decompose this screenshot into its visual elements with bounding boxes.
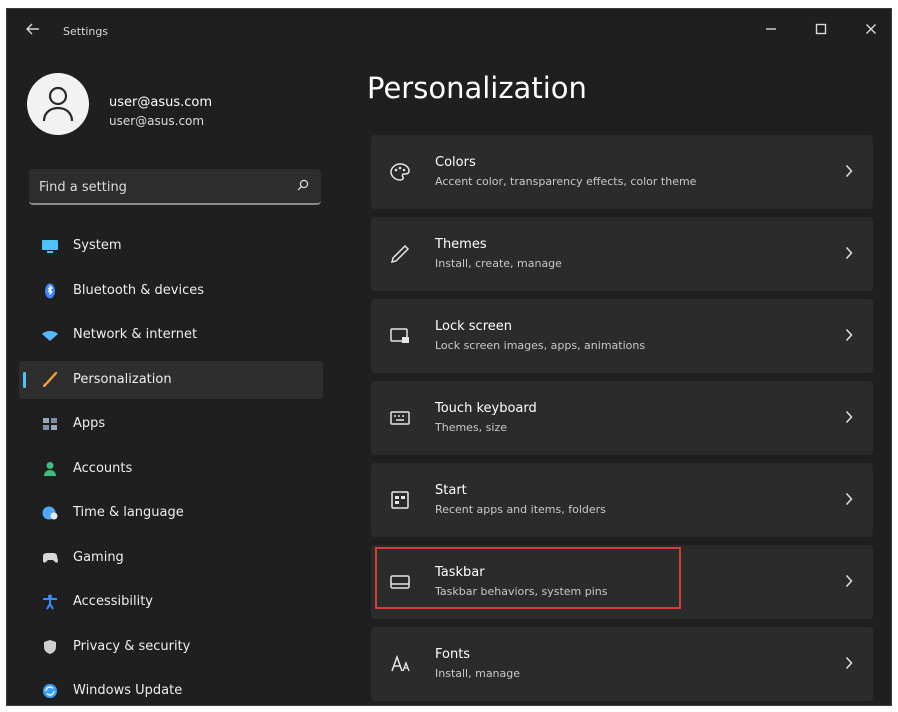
sidebar-item-label: Accounts xyxy=(73,460,133,476)
accessibility-icon xyxy=(43,594,57,610)
shield-icon xyxy=(44,639,56,654)
chevron-right-icon xyxy=(845,164,853,178)
card-title: Touch keyboard xyxy=(435,401,537,416)
sidebar-item-label: Bluetooth & devices xyxy=(73,282,204,298)
search-box[interactable] xyxy=(29,169,321,205)
sidebar-item-label: Windows Update xyxy=(73,683,183,698)
globe-clock-icon xyxy=(42,506,58,520)
card-subtitle: Lock screen images, apps, animations xyxy=(435,339,646,352)
page-title: Personalization xyxy=(367,71,587,105)
minimize-button[interactable] xyxy=(757,19,785,41)
gamepad-icon xyxy=(43,552,58,563)
sidebar-item-label: Network & internet xyxy=(73,327,198,342)
sidebar-item-label: Gaming xyxy=(73,549,124,565)
search-icon xyxy=(297,179,309,191)
back-arrow-icon xyxy=(26,23,39,35)
bluetooth-icon xyxy=(45,283,55,298)
card-title: Fonts xyxy=(435,647,471,662)
sidebar-item-privacy-security[interactable]: Privacy & security xyxy=(19,628,323,666)
chevron-right-icon xyxy=(845,574,853,588)
fonts-icon xyxy=(391,654,410,672)
sidebar-item-label: Privacy & security xyxy=(73,638,191,654)
card-subtitle: Taskbar behaviors, system pins xyxy=(435,585,608,598)
sidebar-item-personalization[interactable]: Personalization xyxy=(19,360,323,399)
sidebar-item-apps[interactable]: Apps xyxy=(19,405,323,443)
sidebar-item-label: Personalization xyxy=(73,371,172,387)
lock-screen-card[interactable]: Lock screen Lock screen images, apps, an… xyxy=(371,299,873,373)
maximize-button[interactable] xyxy=(807,19,835,41)
card-subtitle: Recent apps and items, folders xyxy=(435,503,606,516)
search-input[interactable] xyxy=(37,175,291,199)
lock-screen-icon xyxy=(390,328,409,343)
wifi-icon xyxy=(42,331,58,341)
taskbar-icon xyxy=(390,575,410,589)
window-title: Settings xyxy=(63,25,109,38)
brush-icon xyxy=(43,371,58,387)
sidebar-item-bluetooth[interactable]: Bluetooth & devices xyxy=(19,272,323,310)
chevron-right-icon xyxy=(845,492,853,506)
start-card[interactable]: Start Recent apps and items, folders xyxy=(371,463,873,537)
card-subtitle: Install, create, manage xyxy=(435,257,562,270)
back-button[interactable] xyxy=(23,23,43,39)
avatar xyxy=(27,73,89,135)
sidebar-nav: System Bluetooth & devices Network & int… xyxy=(19,227,323,705)
card-title: Start xyxy=(435,483,467,498)
taskbar-card[interactable]: Taskbar Taskbar behaviors, system pins xyxy=(371,545,873,619)
chevron-right-icon xyxy=(845,656,853,670)
apps-icon xyxy=(43,418,57,430)
palette-icon xyxy=(390,163,410,181)
monitor-icon xyxy=(42,240,58,253)
card-title: Taskbar xyxy=(435,565,485,580)
person-icon xyxy=(44,461,56,476)
sidebar-item-time-language[interactable]: Time & language xyxy=(19,494,323,532)
chevron-right-icon xyxy=(845,328,853,342)
fonts-card[interactable]: Fonts Install, manage xyxy=(371,627,873,701)
sidebar-item-network[interactable]: Network & internet xyxy=(19,316,323,354)
sidebar-item-windows-update[interactable]: Windows Update xyxy=(19,672,323,705)
minimize-icon xyxy=(766,28,776,30)
maximize-icon xyxy=(815,23,827,35)
colors-card[interactable]: Colors Accent color, transparency effect… xyxy=(371,135,873,209)
user-name: user@asus.com xyxy=(109,95,213,110)
update-icon xyxy=(43,684,57,698)
sidebar-item-label: Apps xyxy=(73,416,106,431)
sidebar-item-accessibility[interactable]: Accessibility xyxy=(19,583,323,621)
sidebar-item-label: System xyxy=(73,238,122,253)
user-email: user@asus.com xyxy=(109,114,205,128)
selection-indicator xyxy=(23,371,26,388)
settings-window: Settings user@asus.com user@asus.com Fin… xyxy=(6,8,892,706)
start-icon xyxy=(391,491,409,509)
keyboard-icon xyxy=(390,411,410,425)
touch-keyboard-card[interactable]: Touch keyboard Themes, size xyxy=(371,381,873,455)
themes-card[interactable]: Themes Install, create, manage xyxy=(371,217,873,291)
person-icon xyxy=(42,86,74,122)
chevron-right-icon xyxy=(845,410,853,424)
pen-icon xyxy=(390,244,410,264)
card-title: Lock screen xyxy=(435,319,512,334)
sidebar-item-system[interactable]: System xyxy=(19,227,323,265)
title-bar: Settings xyxy=(7,9,891,53)
card-subtitle: Install, manage xyxy=(435,667,521,680)
sidebar-item-label: Time & language xyxy=(73,505,184,520)
card-subtitle: Themes, size xyxy=(435,421,507,434)
card-subtitle: Accent color, transparency effects, colo… xyxy=(435,175,697,188)
close-button[interactable] xyxy=(857,19,885,41)
card-title: Colors xyxy=(435,155,476,170)
sidebar-item-gaming[interactable]: Gaming xyxy=(19,539,323,577)
chevron-right-icon xyxy=(845,246,853,260)
close-icon xyxy=(866,24,876,34)
sidebar-item-accounts[interactable]: Accounts xyxy=(19,450,323,488)
card-title: Themes xyxy=(435,237,487,252)
sidebar-item-label: Accessibility xyxy=(73,594,153,609)
